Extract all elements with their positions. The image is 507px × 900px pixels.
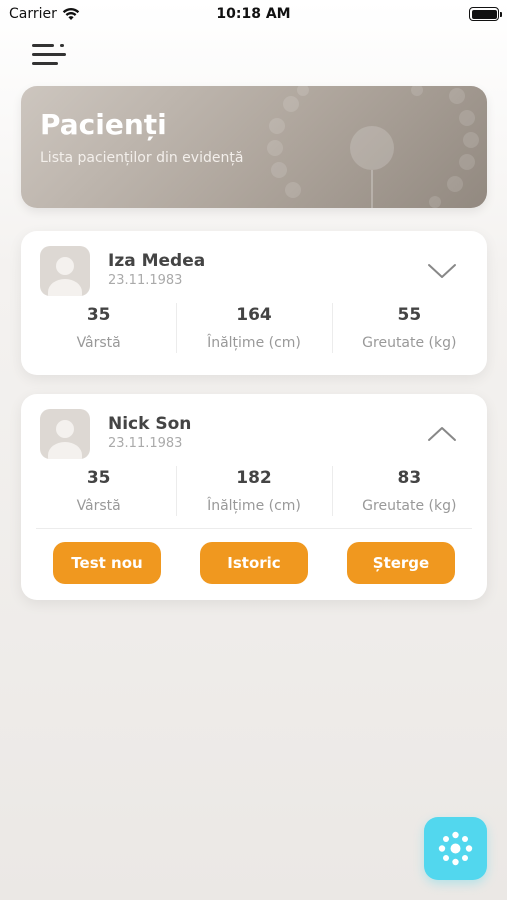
patient-birthdate: 23.11.1983 (108, 436, 183, 451)
patient-stats: 35 Vârstă 164 Înălțime (cm) 55 Greutate … (21, 299, 487, 357)
patient-card[interactable]: Iza Medea 23.11.1983 35 Vârstă 164 Înălț… (21, 231, 487, 375)
patient-stats: 35 Vârstă 182 Înălțime (cm) 83 Greutate … (21, 462, 487, 520)
battery-icon (469, 7, 502, 21)
stat-value: 35 (86, 305, 111, 325)
stat-value: 35 (86, 468, 111, 488)
stat-value: 182 (236, 468, 272, 488)
stat-label: Înălțime (cm) (207, 335, 301, 351)
stat-age: 35 Vârstă (21, 299, 176, 357)
dots-circle-icon (438, 831, 473, 866)
patient-name: Nick Son (108, 414, 192, 434)
stat-weight: 83 Greutate (kg) (331, 462, 487, 520)
patient-birthdate: 23.11.1983 (108, 273, 183, 288)
chevron-down-icon[interactable] (427, 261, 457, 281)
stat-label: Înălțime (cm) (207, 498, 301, 514)
status-bar: Carrier 10:18 AM (0, 0, 507, 28)
patient-name: Iza Medea (108, 251, 206, 271)
delete-button[interactable]: Șterge (347, 542, 455, 584)
stat-age: 35 Vârstă (21, 462, 176, 520)
patient-card[interactable]: Nick Son 23.11.1983 35 Vârstă 182 Înălți… (21, 394, 487, 600)
status-left: Carrier (9, 6, 80, 22)
patient-actions: Test nou Istoric Șterge (21, 542, 487, 584)
history-button[interactable]: Istoric (200, 542, 308, 584)
stat-value: 164 (236, 305, 272, 325)
stat-height: 164 Înălțime (cm) (176, 299, 331, 357)
stat-label: Vârstă (76, 498, 121, 514)
new-test-button[interactable]: Test nou (53, 542, 161, 584)
wifi-icon (62, 8, 80, 20)
page-header-banner: Pacienți Lista pacienților din evidență (21, 86, 487, 208)
stat-label: Greutate (kg) (362, 335, 457, 351)
stat-value: 83 (397, 468, 422, 488)
stat-height: 182 Înălțime (cm) (176, 462, 331, 520)
banner-decoration (267, 86, 479, 208)
menu-button[interactable] (30, 40, 70, 70)
chevron-up-icon[interactable] (427, 424, 457, 444)
floating-action-button[interactable] (424, 817, 487, 880)
stat-label: Greutate (kg) (362, 498, 457, 514)
page-title: Pacienți (40, 108, 167, 141)
stat-label: Vârstă (76, 335, 121, 351)
user-placeholder-icon (40, 409, 90, 459)
stat-value: 55 (397, 305, 422, 325)
user-placeholder-icon (40, 246, 90, 296)
carrier-label: Carrier (9, 6, 57, 22)
stat-weight: 55 Greutate (kg) (331, 299, 487, 357)
page-subtitle: Lista pacienților din evidență (40, 150, 244, 166)
divider (36, 528, 472, 529)
